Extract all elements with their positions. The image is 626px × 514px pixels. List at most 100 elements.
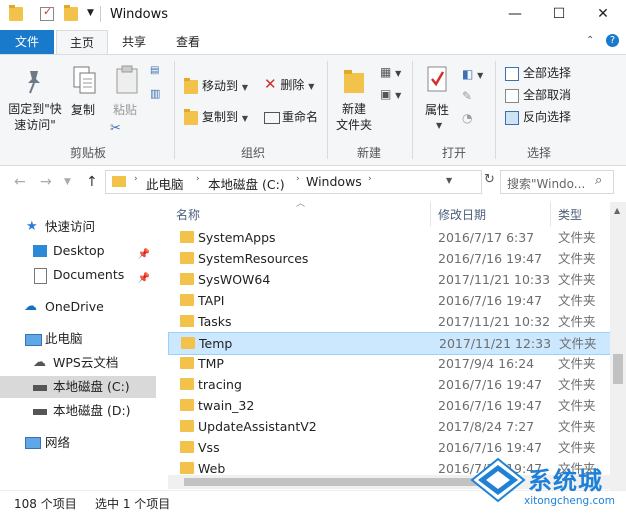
column-header-type[interactable]: 类型 — [558, 206, 582, 223]
invert-selection-label: 反向选择 — [523, 110, 572, 124]
new-folder-button[interactable]: 新建 文件夹 — [336, 101, 372, 133]
column-divider[interactable] — [550, 202, 551, 226]
file-type: 文件夹 — [558, 230, 596, 245]
copy-to-icon — [184, 108, 198, 125]
file-row[interactable]: SysWOW64 2017/11/21 10:33 文件夹 — [168, 269, 609, 290]
tab-view[interactable]: 查看 — [163, 30, 213, 54]
file-row[interactable]: Tasks 2017/11/21 10:32 文件夹 — [168, 311, 609, 332]
search-input[interactable]: 搜索"Windo... ⌕ — [500, 170, 614, 194]
pin-icon[interactable]: 📌 — [138, 244, 150, 266]
move-to-button[interactable]: 移动到 ▼ — [184, 77, 248, 94]
file-row[interactable]: SystemResources 2016/7/16 19:47 文件夹 — [168, 248, 609, 269]
paste-icon — [114, 65, 140, 97]
hscroll-thumb[interactable] — [184, 478, 494, 486]
select-all-button[interactable]: 全部选择 — [505, 64, 571, 81]
copy-button[interactable]: 复制 — [71, 101, 95, 118]
file-row[interactable]: TMP 2017/9/4 16:24 文件夹 — [168, 353, 609, 374]
desktop-icon — [33, 245, 47, 257]
nav-disk-c[interactable]: 本地磁盘 (C:) — [0, 376, 156, 398]
tab-home[interactable]: 主页 — [56, 30, 108, 55]
folder-icon — [180, 294, 194, 306]
history-icon[interactable]: ◔ — [462, 111, 472, 125]
folder-icon — [180, 420, 194, 432]
delete-button[interactable]: ✕ 删除 ▼ — [264, 75, 314, 93]
paste-shortcut-icon[interactable]: ▥ — [150, 87, 160, 100]
nav-desktop[interactable]: Desktop 📌 — [0, 240, 156, 262]
copy-path-icon[interactable]: ▤ — [150, 65, 159, 76]
forward-arrow-icon[interactable]: → — [40, 174, 52, 190]
pin-icon[interactable]: 📌 — [138, 268, 150, 290]
file-row[interactable]: SystemApps 2016/7/17 6:37 文件夹 — [168, 227, 609, 248]
properties-quick-icon[interactable]: ✓ — [40, 5, 54, 21]
ribbon-tabs: 文件 主页 共享 查看 ⌃ ? — [0, 30, 626, 55]
chevron-right-icon: › — [368, 174, 372, 184]
breadcrumb-this-pc[interactable]: 此电脑 — [146, 174, 184, 193]
back-arrow-icon[interactable]: ← — [14, 174, 26, 190]
close-button[interactable]: ✕ — [582, 0, 624, 30]
file-name: SystemApps — [198, 230, 276, 245]
nav-network[interactable]: 网络 — [0, 432, 156, 454]
tab-file[interactable]: 文件 — [0, 30, 54, 54]
nav-disk-d[interactable]: 本地磁盘 (D:) — [0, 400, 156, 422]
file-row[interactable]: TAPI 2016/7/16 19:47 文件夹 — [168, 290, 609, 311]
file-row[interactable]: Temp 2017/11/21 12:33 文件夹 — [168, 332, 611, 355]
file-type: 文件夹 — [559, 336, 597, 351]
nav-onedrive[interactable]: ☁ OneDrive — [0, 296, 156, 318]
open-group-label: 打开 — [442, 146, 467, 160]
address-bar[interactable]: › 此电脑 › 本地磁盘 (C:) › Windows › ▼ — [105, 170, 482, 194]
minimize-button[interactable]: — — [494, 0, 536, 30]
column-header-date[interactable]: 修改日期 — [438, 206, 486, 223]
pin-to-quick-access-button[interactable]: 固定到"快 速访问" — [7, 101, 63, 133]
copy-to-button[interactable]: 复制到 ▼ — [184, 108, 248, 125]
paste-button[interactable]: 粘贴 — [113, 101, 137, 118]
invert-selection-button[interactable]: 反向选择 — [505, 108, 571, 125]
file-row[interactable]: tracing 2016/7/16 19:47 文件夹 — [168, 374, 609, 395]
select-none-button[interactable]: 全部取消 — [505, 86, 571, 103]
address-dropdown-icon[interactable]: ▼ — [446, 176, 452, 185]
open-icon[interactable]: ◧ ▼ — [462, 67, 483, 81]
up-arrow-icon[interactable]: ↑ — [86, 174, 98, 190]
breadcrumb-disk-c[interactable]: 本地磁盘 (C:) — [208, 174, 285, 193]
easy-access-icon[interactable]: ▣ ▼ — [380, 87, 401, 101]
nav-documents[interactable]: Documents 📌 — [0, 264, 156, 286]
column-header-name[interactable]: 名称 — [176, 206, 200, 223]
file-row[interactable]: twain_32 2016/7/16 19:47 文件夹 — [168, 395, 609, 416]
pin-label-line2: 速访问" — [14, 118, 56, 132]
cut-icon[interactable]: ✂ — [110, 121, 121, 136]
nav-quick-access[interactable]: ★ 快速访问 — [0, 216, 156, 238]
file-type: 文件夹 — [558, 293, 596, 308]
tab-share[interactable]: 共享 — [110, 30, 158, 54]
maximize-button[interactable]: ☐ — [538, 0, 580, 30]
file-name: SysWOW64 — [198, 272, 271, 287]
new-item-icon[interactable]: ▦ ▼ — [380, 65, 401, 79]
delete-label: 删除 — [280, 78, 305, 92]
nav-this-pc[interactable]: 此电脑 — [0, 328, 156, 350]
edit-icon[interactable]: ✎ — [462, 89, 472, 103]
documents-icon — [34, 268, 47, 284]
title-divider — [100, 6, 101, 22]
nav-disk-c-label: 本地磁盘 (C:) — [53, 379, 130, 394]
new-folder-quick-icon[interactable] — [64, 5, 78, 21]
file-row[interactable]: UpdateAssistantV2 2017/8/24 7:27 文件夹 — [168, 416, 609, 437]
properties-button[interactable]: 属性 — [425, 101, 449, 118]
column-divider[interactable] — [430, 202, 431, 226]
rename-button[interactable]: 重命名 — [264, 108, 318, 125]
breadcrumb-windows[interactable]: Windows — [306, 174, 362, 189]
nav-wps-cloud[interactable]: ☁ WPS云文档 — [0, 352, 156, 374]
file-name: Temp — [199, 336, 233, 351]
select-all-label: 全部选择 — [523, 66, 572, 80]
watermark-diamond-icon — [470, 457, 526, 503]
help-icon[interactable]: ? — [606, 34, 619, 47]
search-icon[interactable]: ⌕ — [595, 173, 602, 188]
collapse-ribbon-icon[interactable]: ⌃ — [586, 35, 594, 46]
file-date: 2016/7/17 6:37 — [438, 230, 535, 245]
vertical-scrollbar[interactable]: ▲ — [610, 202, 626, 490]
folder-icon — [180, 273, 194, 285]
properties-dropdown-icon[interactable]: ▼ — [436, 117, 442, 131]
refresh-icon[interactable]: ↻ — [484, 172, 495, 187]
scroll-thumb[interactable] — [613, 354, 623, 384]
scroll-up-icon[interactable]: ▲ — [614, 206, 620, 215]
watermark-text: 系统城 — [528, 467, 603, 495]
recent-locations-icon[interactable]: ▼ — [64, 177, 71, 187]
customize-quick-access-icon[interactable]: ▼ — [87, 8, 94, 18]
